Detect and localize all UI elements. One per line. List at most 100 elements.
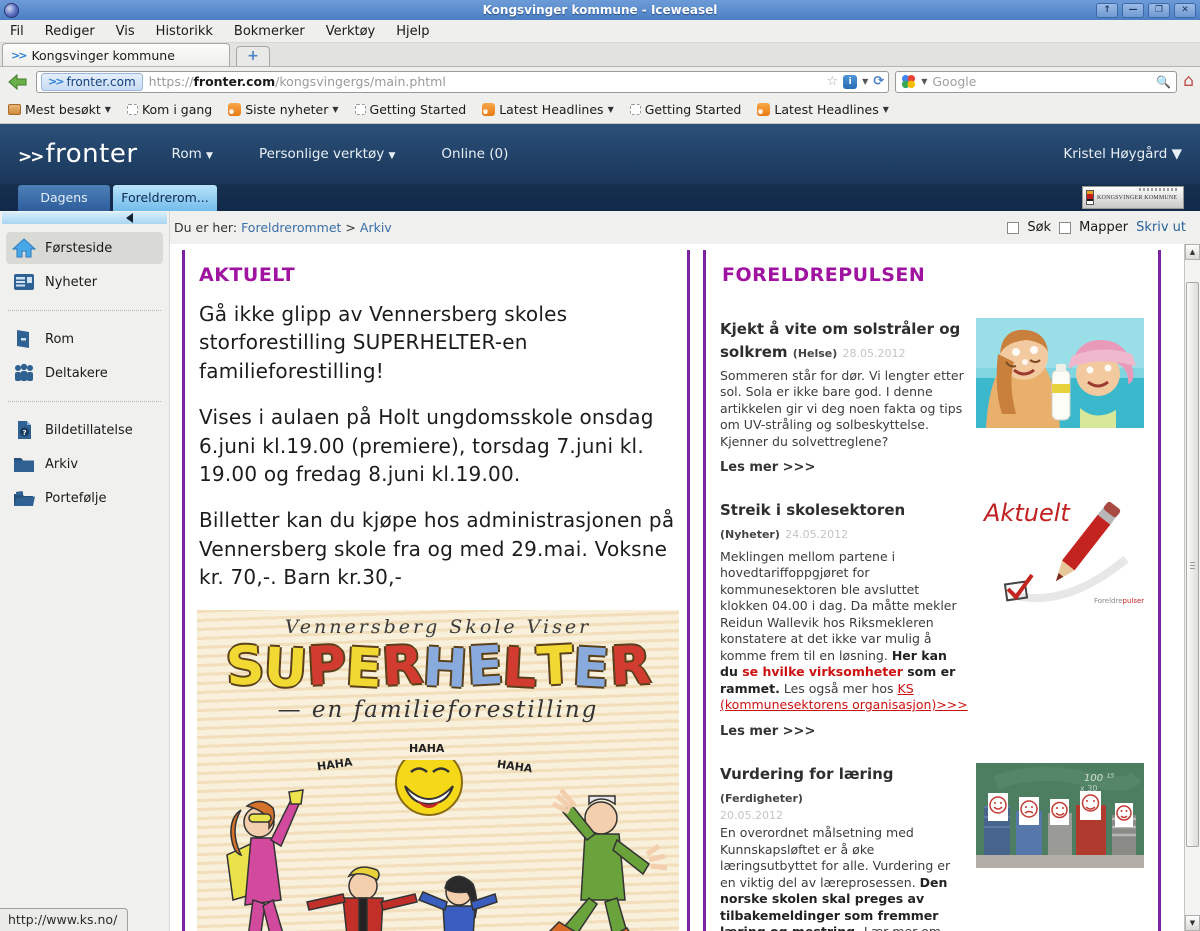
chevron-down-icon: ▼ — [389, 151, 396, 161]
sok-label: Søk — [1027, 220, 1051, 235]
chevron-down-icon: ▼ — [332, 105, 338, 114]
chevron-down-icon: ▼ — [105, 105, 111, 114]
fronter-menu-online[interactable]: Online (0) — [441, 146, 508, 162]
menu-bokmerker[interactable]: Bokmerker — [234, 24, 305, 39]
sidebar-item-portefolje[interactable]: Portefølje — [6, 482, 163, 514]
search-icon[interactable]: 🔍 — [1156, 75, 1171, 89]
bookmark-latest-headlines[interactable]: Latest Headlines ▼ — [482, 102, 614, 117]
menu-hjelp[interactable]: Hjelp — [396, 24, 429, 39]
browser-tab[interactable]: >> Kongsvinger kommune — [2, 43, 230, 66]
article-title[interactable]: Kjekt å vite om solstråler og solkrem (H… — [720, 318, 968, 365]
mapper-label: Mapper — [1079, 220, 1128, 235]
back-button[interactable] — [6, 71, 30, 93]
sync-icon[interactable]: i — [843, 75, 857, 89]
svg-text:?: ? — [22, 429, 26, 437]
bookmark-star-icon[interactable]: ☆ — [826, 74, 838, 89]
url-text[interactable]: https://fronter.com/kongsvingergs/main.p… — [149, 74, 821, 89]
site-identity-button[interactable]: >> fronter.com — [41, 73, 143, 91]
sidebar-item-rom[interactable]: Rom — [6, 323, 163, 355]
url-domain: fronter.com — [193, 74, 275, 89]
fronter-menu-rom[interactable]: Rom ▼ — [172, 146, 213, 162]
bookmark-latest-headlines-2[interactable]: Latest Headlines ▼ — [757, 102, 889, 117]
menu-vis[interactable]: Vis — [116, 24, 135, 39]
tab-dagens[interactable]: Dagens — [18, 185, 110, 211]
search-engine-chevron-icon[interactable]: ▼ — [921, 77, 927, 86]
scrollbar-thumb[interactable] — [1186, 282, 1199, 847]
article-solkrem: Kjekt å vite om solstråler og solkrem (H… — [720, 318, 1144, 475]
sok-checkbox[interactable] — [1007, 222, 1019, 234]
sidebar-item-deltakere[interactable]: Deltakere — [6, 357, 163, 389]
user-menu[interactable]: Kristel Høygård ▼ — [1063, 146, 1182, 162]
chevron-down-icon: ▼ — [608, 105, 614, 114]
bookmark-label: Latest Headlines — [774, 102, 878, 117]
fronter-logo-text: fronter — [46, 139, 138, 169]
bookmark-siste-nyheter[interactable]: Siste nyheter ▼ — [228, 102, 338, 117]
search-box[interactable]: ▼ 🔍 — [895, 71, 1177, 93]
shade-button[interactable]: ↑ — [1096, 3, 1118, 18]
collapse-sidebar-icon[interactable] — [126, 213, 133, 223]
bookmark-label: Siste nyheter — [245, 102, 328, 117]
bookmark-kom-i-gang[interactable]: Kom i gang — [127, 102, 212, 117]
menu-historikk[interactable]: Historikk — [156, 24, 213, 39]
bookmark-label: Getting Started — [370, 102, 467, 117]
maximize-button[interactable]: ❐ — [1148, 3, 1170, 18]
search-input[interactable] — [932, 74, 1151, 89]
article-body: En overordnet målsetning med Kunnskapslø… — [720, 825, 968, 931]
close-button[interactable]: ✕ — [1174, 3, 1196, 18]
sidebar-item-nyheter[interactable]: Nyheter — [6, 266, 163, 298]
room-sidebar: Førsteside Nyheter Rom — [0, 211, 170, 931]
bookmark-label: Mest besøkt — [25, 102, 101, 117]
window-title: Kongsvinger kommune - Iceweasel — [0, 3, 1200, 17]
sidebar-item-label: Deltakere — [45, 366, 108, 381]
chevron-down-icon[interactable]: ▼ — [862, 77, 868, 86]
vertical-scrollbar[interactable]: ▲ ▼ — [1184, 244, 1200, 931]
user-name: Kristel Høygård — [1063, 146, 1167, 162]
home-icon[interactable]: ⌂ — [1183, 73, 1194, 90]
article-title[interactable]: Streik i skolesektoren (Nyheter) 24.05.2… — [720, 499, 968, 546]
sidebar-item-bildetillatelse[interactable]: ? Bildetillatelse — [6, 414, 163, 446]
fronter-logo[interactable]: >> fronter — [18, 139, 138, 169]
scroll-down-button[interactable]: ▼ — [1185, 915, 1200, 931]
breadcrumb-link-arkiv[interactable]: Arkiv — [360, 220, 392, 235]
print-link[interactable]: Skriv ut — [1136, 220, 1186, 235]
sidebar-item-arkiv[interactable]: Arkiv — [6, 448, 163, 480]
fronter-menu-personlige-verktoy[interactable]: Personlige verktøy ▼ — [259, 146, 395, 162]
tab-foreldrerom[interactable]: Foreldrerom... — [113, 185, 217, 211]
breadcrumb-separator: > — [345, 220, 355, 235]
fronter-favicon: >> — [11, 49, 25, 62]
sidebar-divider — [8, 310, 161, 311]
article-title[interactable]: Vurdering for læring (Ferdigheter) — [720, 763, 968, 810]
menu-fil[interactable]: Fil — [10, 24, 24, 39]
article-vurdering: Vurdering for læring (Ferdigheter) 20.05… — [720, 763, 1144, 931]
menu-bar: Fil Rediger Vis Historikk Bokmerker Verk… — [0, 20, 1200, 43]
reload-icon[interactable]: ⟳ — [873, 74, 884, 89]
sidebar-header-bar — [2, 212, 167, 224]
menu-verktoy[interactable]: Verktøy — [326, 24, 376, 39]
site-identity-label: fronter.com — [66, 75, 135, 89]
folder-icon — [8, 104, 21, 115]
sidebar-item-forsteside[interactable]: Førsteside — [6, 232, 163, 264]
mapper-checkbox[interactable] — [1059, 222, 1071, 234]
minimize-button[interactable]: — — [1122, 3, 1144, 18]
menu-rediger[interactable]: Rediger — [45, 24, 95, 39]
google-logo-icon[interactable] — [901, 74, 916, 89]
sidebar-item-label: Bildetillatelse — [45, 423, 133, 438]
sidebar-item-label: Arkiv — [45, 457, 78, 472]
article-body: Sommeren står for dør. Vi lengter etter … — [720, 368, 968, 451]
article-streik: Streik i skolesektoren (Nyheter) 24.05.2… — [720, 499, 1144, 739]
bookmark-getting-started-2[interactable]: Getting Started — [630, 102, 742, 117]
les-mer-link[interactable]: Les mer >>> — [720, 724, 968, 739]
les-mer-link[interactable]: Les mer >>> — [720, 460, 968, 475]
breadcrumb-link-foreldrerommet[interactable]: Foreldrerommet — [241, 220, 341, 235]
bookmark-getting-started[interactable]: Getting Started — [355, 102, 467, 117]
poster-characters-drawing — [197, 760, 679, 931]
url-bar[interactable]: >> fronter.com https://fronter.com/kongs… — [36, 71, 889, 93]
back-arrow-icon — [8, 73, 28, 91]
article-thumbnail-beach — [976, 318, 1144, 428]
scroll-up-button[interactable]: ▲ — [1185, 244, 1200, 260]
aktuelt-paragraph: Vises i aulaen på Holt ungdomsskole onsd… — [199, 403, 675, 488]
new-tab-button[interactable]: + — [236, 46, 270, 66]
poster-topline: Vennersberg Skole Viser — [197, 610, 679, 638]
bookmarks-toolbar: Mest besøkt ▼ Kom i gang Siste nyheter ▼… — [0, 96, 1200, 124]
bookmark-mest-besokt[interactable]: Mest besøkt ▼ — [8, 102, 111, 117]
